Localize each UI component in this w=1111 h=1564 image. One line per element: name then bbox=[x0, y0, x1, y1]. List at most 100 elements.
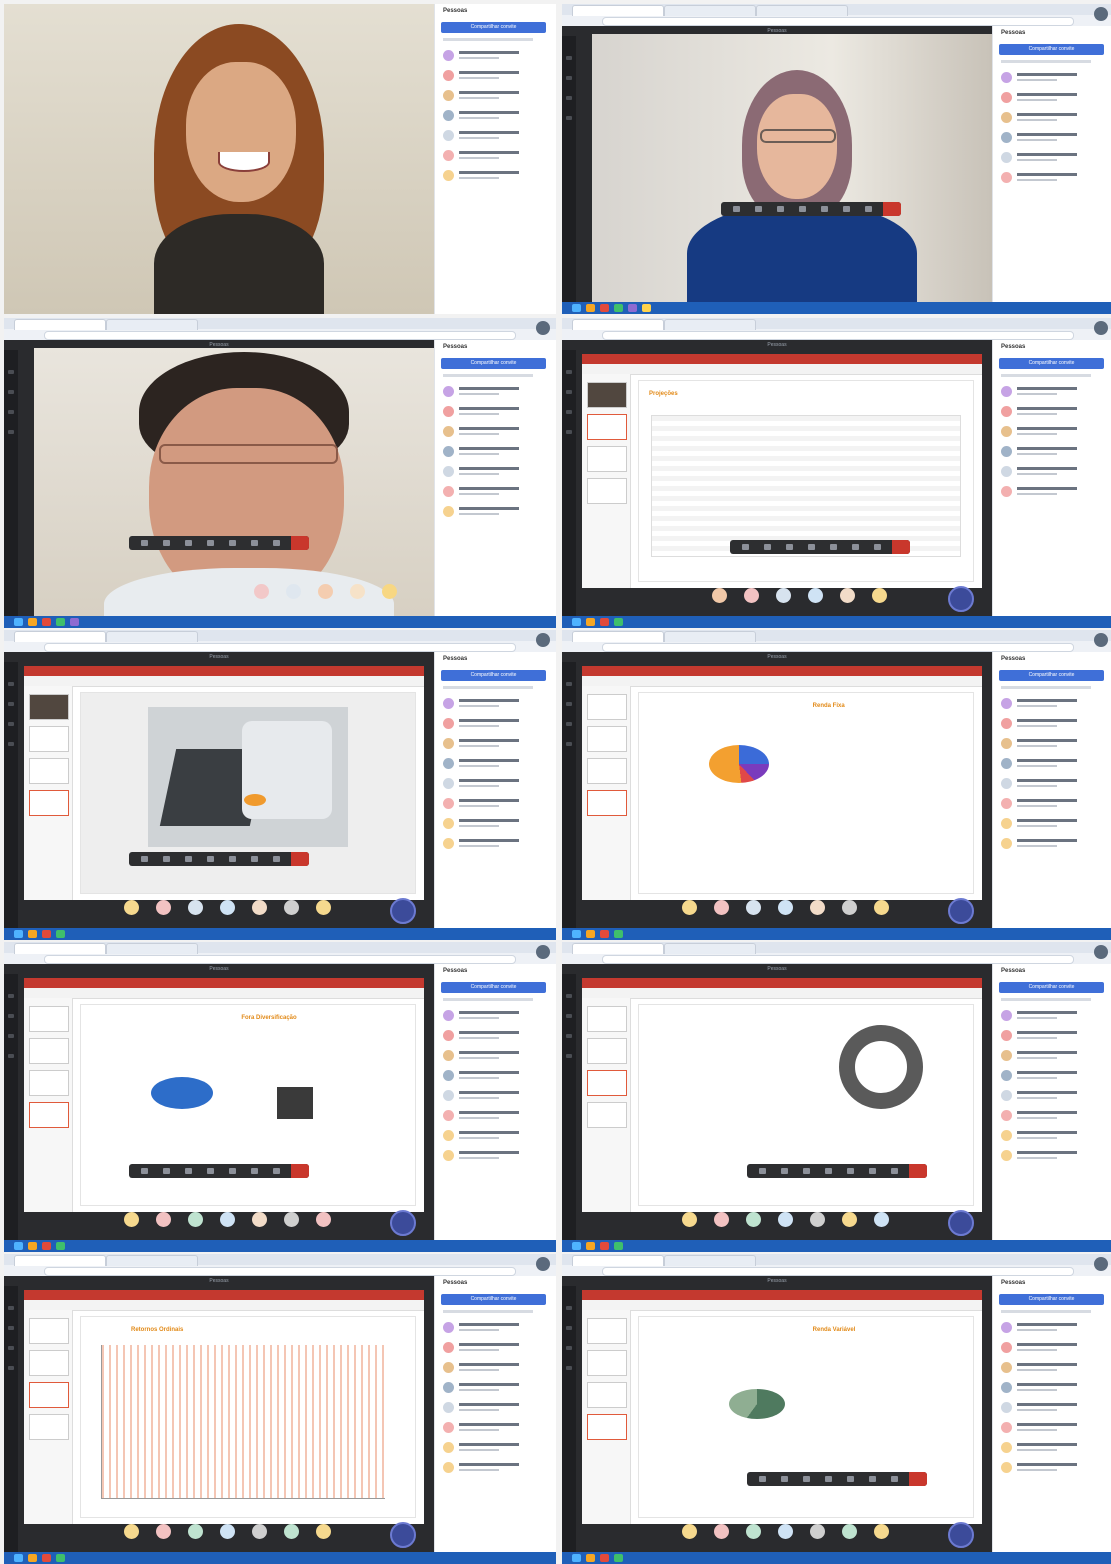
participant-avatar[interactable] bbox=[778, 900, 793, 915]
end-call-button[interactable] bbox=[291, 536, 309, 550]
browser-tab[interactable] bbox=[106, 943, 198, 954]
participant-row[interactable] bbox=[443, 1108, 548, 1126]
participant-avatar[interactable] bbox=[220, 1524, 235, 1539]
participant-row[interactable] bbox=[1001, 1068, 1106, 1086]
participant-row[interactable] bbox=[1001, 1420, 1106, 1438]
mic-icon[interactable] bbox=[733, 206, 741, 212]
participant-row[interactable] bbox=[443, 404, 548, 422]
participant-row[interactable] bbox=[443, 424, 548, 442]
participant-avatar[interactable] bbox=[714, 900, 729, 915]
participant-row[interactable] bbox=[443, 1380, 548, 1398]
participant-row[interactable] bbox=[443, 1320, 548, 1338]
address-bar[interactable] bbox=[602, 331, 1074, 340]
participant-row[interactable] bbox=[443, 128, 548, 146]
participant-row[interactable] bbox=[443, 1028, 548, 1046]
share-screen-icon[interactable] bbox=[803, 1476, 811, 1482]
participant-row[interactable] bbox=[443, 1400, 548, 1418]
browser-tab[interactable] bbox=[664, 1255, 756, 1266]
participant-avatar[interactable] bbox=[778, 1524, 793, 1539]
share-invite-button[interactable]: Compartilhar convite bbox=[441, 358, 546, 369]
share-invite-button[interactable]: Compartilhar convite bbox=[999, 670, 1104, 681]
participant-avatar[interactable] bbox=[874, 1212, 889, 1227]
participant-row[interactable] bbox=[443, 504, 548, 522]
participant-avatar[interactable] bbox=[682, 1524, 697, 1539]
slide-thumbnail[interactable] bbox=[29, 694, 69, 720]
participant-row[interactable] bbox=[443, 716, 548, 734]
participant-row[interactable] bbox=[443, 736, 548, 754]
slide-thumbnail[interactable] bbox=[587, 726, 627, 752]
hand-icon[interactable] bbox=[847, 1476, 855, 1482]
address-bar[interactable] bbox=[44, 643, 516, 652]
participant-avatar[interactable] bbox=[188, 1524, 203, 1539]
share-invite-button[interactable]: Compartilhar convite bbox=[999, 358, 1104, 369]
participant-avatar[interactable] bbox=[746, 1524, 761, 1539]
profile-icon[interactable] bbox=[536, 321, 550, 335]
participant-row[interactable] bbox=[1001, 756, 1106, 774]
participant-row[interactable] bbox=[1001, 130, 1106, 148]
chat-icon[interactable] bbox=[207, 540, 214, 546]
participant-avatar[interactable] bbox=[220, 900, 235, 915]
address-bar[interactable] bbox=[44, 331, 516, 340]
browser-tab[interactable] bbox=[106, 1255, 198, 1266]
camera-icon[interactable] bbox=[781, 1168, 789, 1174]
slide-thumbnail[interactable] bbox=[587, 382, 627, 408]
participant-row[interactable] bbox=[1001, 836, 1106, 854]
participant-row[interactable] bbox=[443, 1360, 548, 1378]
participant-avatar[interactable] bbox=[188, 900, 203, 915]
more-icon[interactable] bbox=[869, 1476, 877, 1482]
self-view[interactable] bbox=[948, 1522, 974, 1548]
slide-thumbnail[interactable] bbox=[587, 790, 627, 816]
participant-row[interactable] bbox=[1001, 90, 1106, 108]
profile-icon[interactable] bbox=[1094, 7, 1108, 21]
share-screen-icon[interactable] bbox=[185, 1168, 192, 1174]
participant-row[interactable] bbox=[443, 148, 548, 166]
participant-avatar[interactable] bbox=[318, 584, 333, 599]
share-invite-button[interactable]: Compartilhar convite bbox=[441, 982, 546, 993]
self-view[interactable] bbox=[390, 1210, 416, 1236]
people-icon[interactable] bbox=[273, 1168, 280, 1174]
participant-row[interactable] bbox=[443, 1460, 548, 1478]
camera-icon[interactable] bbox=[755, 206, 763, 212]
participant-row[interactable] bbox=[1001, 1028, 1106, 1046]
participant-avatar[interactable] bbox=[810, 1212, 825, 1227]
address-bar[interactable] bbox=[602, 955, 1074, 964]
more-icon[interactable] bbox=[852, 544, 859, 550]
end-call-button[interactable] bbox=[291, 852, 309, 866]
participant-row[interactable] bbox=[1001, 424, 1106, 442]
participant-row[interactable] bbox=[443, 1088, 548, 1106]
slide-thumbnail[interactable] bbox=[587, 1038, 627, 1064]
share-screen-icon[interactable] bbox=[185, 540, 192, 546]
participant-avatar[interactable] bbox=[350, 584, 365, 599]
participant-row[interactable] bbox=[1001, 1400, 1106, 1418]
participant-row[interactable] bbox=[443, 696, 548, 714]
participant-avatar[interactable] bbox=[810, 900, 825, 915]
participant-row[interactable] bbox=[443, 1420, 548, 1438]
participant-row[interactable] bbox=[1001, 716, 1106, 734]
participant-avatar[interactable] bbox=[872, 588, 887, 603]
slide-thumbnail[interactable] bbox=[29, 1038, 69, 1064]
participant-avatar[interactable] bbox=[316, 1524, 331, 1539]
participant-row[interactable] bbox=[1001, 776, 1106, 794]
self-view[interactable] bbox=[390, 1522, 416, 1548]
share-invite-button[interactable]: Compartilhar convite bbox=[441, 22, 546, 33]
participant-avatar[interactable] bbox=[220, 1212, 235, 1227]
slide-thumbnail[interactable] bbox=[29, 1070, 69, 1096]
share-screen-icon[interactable] bbox=[777, 206, 785, 212]
self-view[interactable] bbox=[948, 586, 974, 612]
participant-row[interactable] bbox=[443, 464, 548, 482]
participant-avatar[interactable] bbox=[744, 588, 759, 603]
people-icon[interactable] bbox=[891, 1476, 899, 1482]
hand-icon[interactable] bbox=[229, 540, 236, 546]
slide-thumbnail[interactable] bbox=[587, 1414, 627, 1440]
more-icon[interactable] bbox=[251, 1168, 258, 1174]
camera-icon[interactable] bbox=[781, 1476, 789, 1482]
camera-icon[interactable] bbox=[163, 540, 170, 546]
chat-icon[interactable] bbox=[825, 1476, 833, 1482]
mic-icon[interactable] bbox=[141, 540, 148, 546]
participant-avatar[interactable] bbox=[810, 1524, 825, 1539]
people-icon[interactable] bbox=[273, 856, 280, 862]
hand-icon[interactable] bbox=[847, 1168, 855, 1174]
participant-row[interactable] bbox=[1001, 1360, 1106, 1378]
participant-row[interactable] bbox=[1001, 1320, 1106, 1338]
participant-avatar[interactable] bbox=[252, 1212, 267, 1227]
